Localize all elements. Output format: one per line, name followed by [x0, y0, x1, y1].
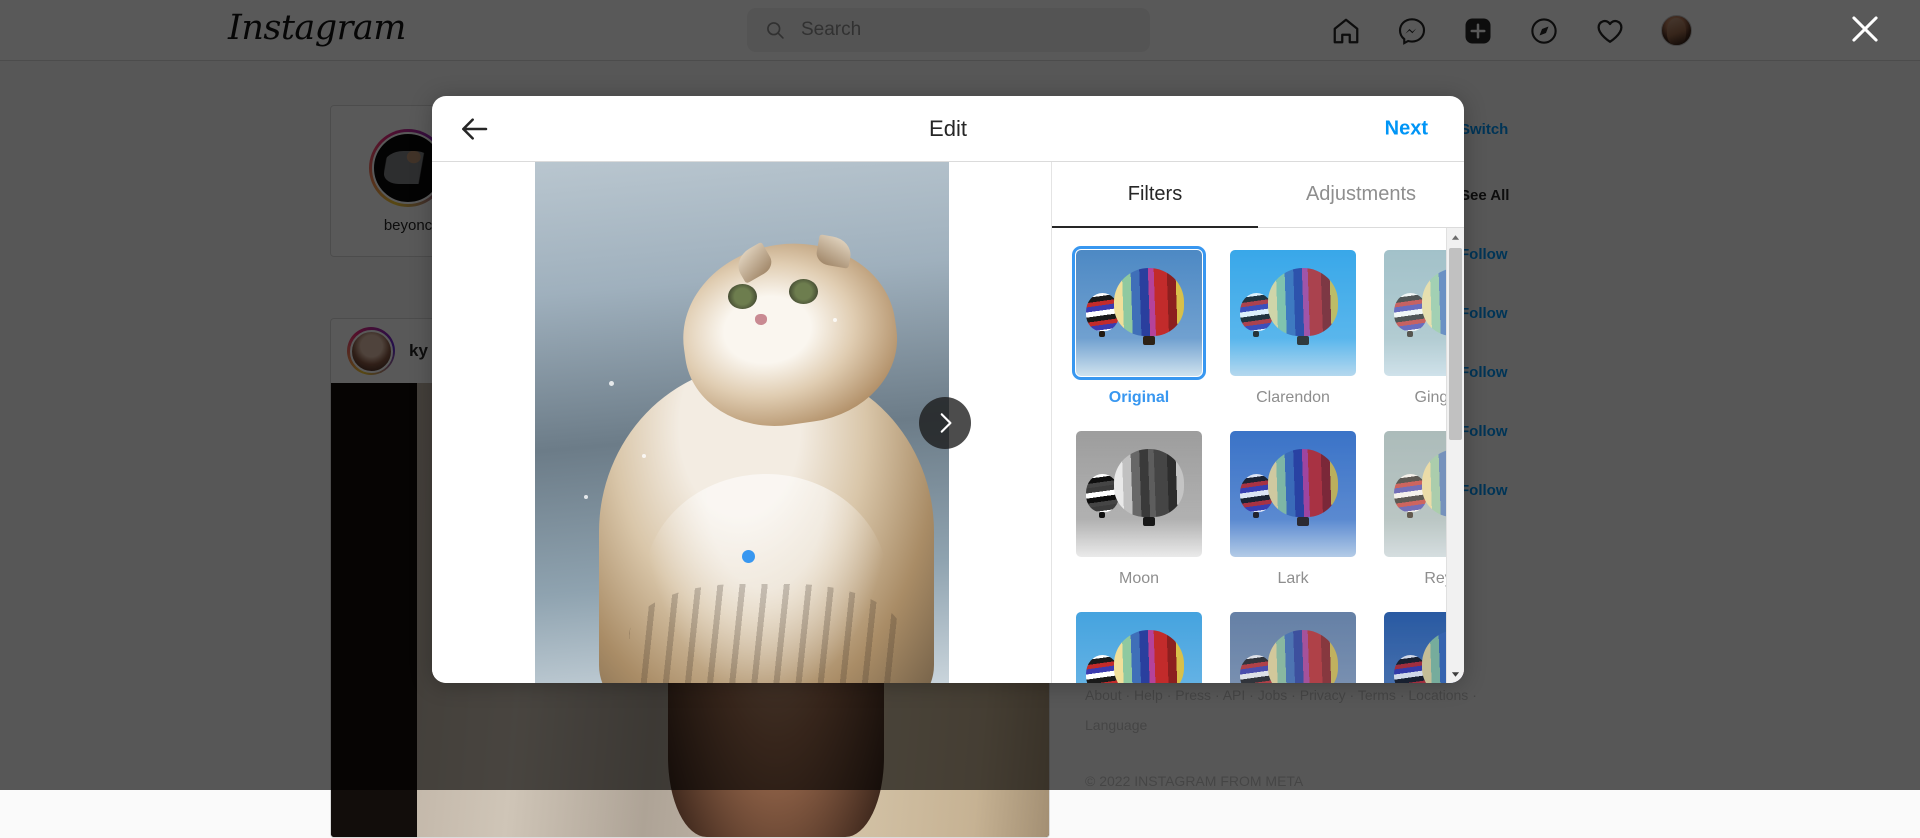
filter-thumbnail	[1230, 431, 1356, 557]
filter-grid: OriginalClarendonGinghamMoonLarkReyes	[1052, 228, 1446, 683]
filter-option[interactable]	[1076, 612, 1202, 683]
edit-side-panel: Filters Adjustments OriginalClarendonGin…	[1052, 162, 1464, 683]
edit-tabs: Filters Adjustments	[1052, 162, 1464, 228]
filter-thumbnail	[1076, 431, 1202, 557]
filter-thumbnail	[1076, 250, 1202, 376]
filter-label: Clarendon	[1230, 389, 1356, 407]
back-arrow-icon[interactable]	[458, 113, 490, 145]
next-button[interactable]: Next	[1385, 117, 1428, 140]
filter-option[interactable]: Moon	[1076, 431, 1202, 588]
cat-photo-subject	[576, 214, 949, 683]
scroll-down-icon[interactable]	[1447, 665, 1464, 683]
filter-option[interactable]: Clarendon	[1230, 250, 1356, 407]
filter-option[interactable]: Original	[1076, 250, 1202, 407]
tab-filters[interactable]: Filters	[1052, 162, 1258, 227]
tab-adjustments[interactable]: Adjustments	[1258, 162, 1464, 227]
carousel-next-icon[interactable]	[919, 397, 971, 449]
preview-image	[535, 162, 949, 683]
filter-label: Original	[1076, 389, 1202, 407]
instagram-page: Instagram Search	[0, 0, 1920, 790]
filter-option[interactable]: Lark	[1230, 431, 1356, 588]
close-icon[interactable]	[1846, 10, 1884, 48]
filters-scrollbar[interactable]	[1446, 228, 1464, 683]
filter-label: Lark	[1230, 570, 1356, 588]
filter-thumbnail	[1076, 612, 1202, 683]
scrollbar-thumb[interactable]	[1449, 248, 1462, 440]
filter-thumbnail	[1230, 250, 1356, 376]
photo-preview-pane	[432, 162, 1052, 683]
carousel-position-dot	[742, 550, 755, 563]
filter-option[interactable]	[1230, 612, 1356, 683]
filters-scroll-area: OriginalClarendonGinghamMoonLarkReyes	[1052, 228, 1464, 683]
modal-header: Edit Next	[432, 96, 1464, 162]
modal-title: Edit	[432, 116, 1464, 142]
scroll-up-icon[interactable]	[1447, 228, 1464, 246]
edit-photo-modal: Edit Next	[432, 96, 1464, 683]
filter-label: Moon	[1076, 570, 1202, 588]
filter-thumbnail	[1230, 612, 1356, 683]
modal-body: Filters Adjustments OriginalClarendonGin…	[432, 162, 1464, 683]
